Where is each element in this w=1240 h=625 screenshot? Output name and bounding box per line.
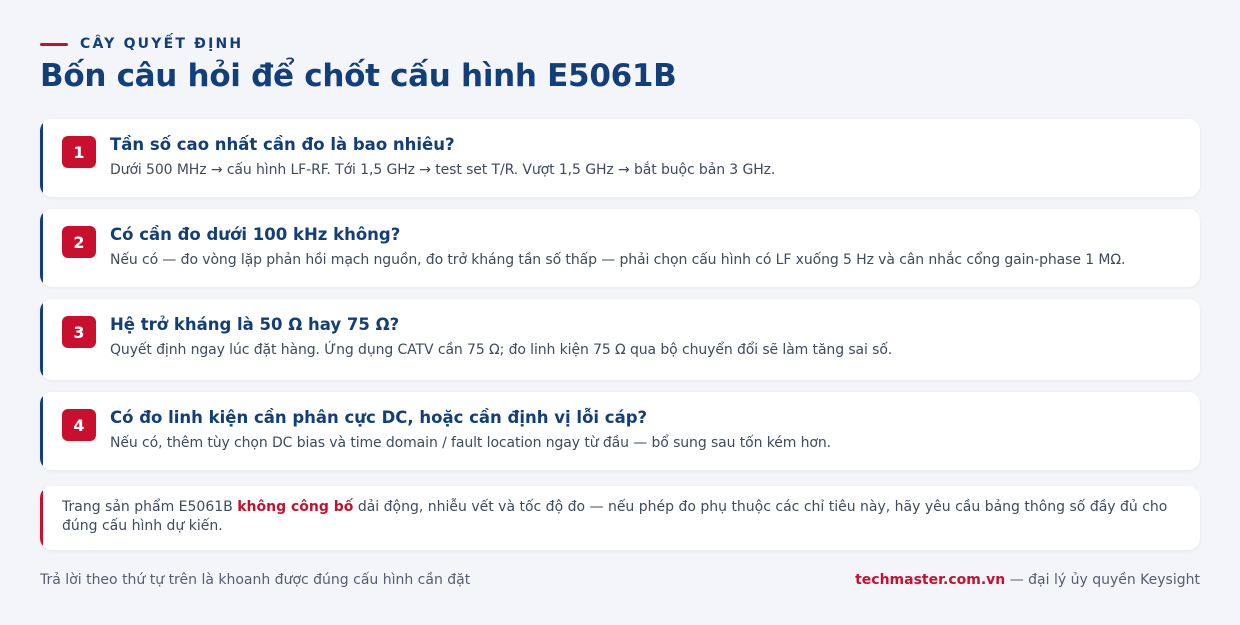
- page-title: Bốn câu hỏi để chốt cấu hình E5061B: [40, 58, 677, 94]
- footer-tagline: Trả lời theo thứ tự trên là khoanh được …: [40, 572, 471, 588]
- question-title: Có đo linh kiện cần phân cực DC, hoặc cầ…: [110, 408, 648, 427]
- question-number-badge: 3: [62, 316, 96, 348]
- question-number-badge: 1: [62, 136, 96, 168]
- footer-credit: techmaster.com.vn — đại lý ủy quyền Keys…: [855, 572, 1200, 588]
- brand-link[interactable]: techmaster.com.vn: [855, 572, 1005, 588]
- warning-note: Trang sản phẩm E5061B không công bố dải …: [40, 486, 1200, 550]
- note-emphasis: không công bố: [237, 499, 354, 515]
- eyebrow: CÂY QUYẾT ĐỊNH: [40, 36, 243, 52]
- question-title: Có cần đo dưới 100 kHz không?: [110, 225, 401, 244]
- question-card-2: 2 Có cần đo dưới 100 kHz không? Nếu có —…: [40, 209, 1200, 287]
- question-card-1: 1 Tần số cao nhất cần đo là bao nhiêu? D…: [40, 119, 1200, 197]
- question-number-badge: 2: [62, 226, 96, 258]
- question-list: 1 Tần số cao nhất cần đo là bao nhiêu? D…: [40, 119, 1200, 482]
- question-description: Nếu có — đo vòng lặp phản hồi mạch nguồn…: [110, 252, 1126, 268]
- question-description: Quyết định ngay lúc đặt hàng. Ứng dụng C…: [110, 342, 893, 358]
- footer-credit-suffix: — đại lý ủy quyền Keysight: [1005, 572, 1200, 588]
- question-title: Tần số cao nhất cần đo là bao nhiêu?: [110, 135, 455, 154]
- question-number-badge: 4: [62, 409, 96, 441]
- note-prefix: Trang sản phẩm E5061B: [62, 499, 238, 515]
- question-title: Hệ trở kháng là 50 Ω hay 75 Ω?: [110, 315, 400, 334]
- eyebrow-line: [40, 42, 68, 46]
- question-description: Dưới 500 MHz → cấu hình LF-RF. Tới 1,5 G…: [110, 162, 776, 178]
- question-card-3: 3 Hệ trở kháng là 50 Ω hay 75 Ω? Quyết đ…: [40, 299, 1200, 380]
- eyebrow-text: CÂY QUYẾT ĐỊNH: [80, 36, 244, 52]
- question-card-4: 4 Có đo linh kiện cần phân cực DC, hoặc …: [40, 392, 1200, 470]
- question-description: Nếu có, thêm tùy chọn DC bias và time do…: [110, 435, 832, 451]
